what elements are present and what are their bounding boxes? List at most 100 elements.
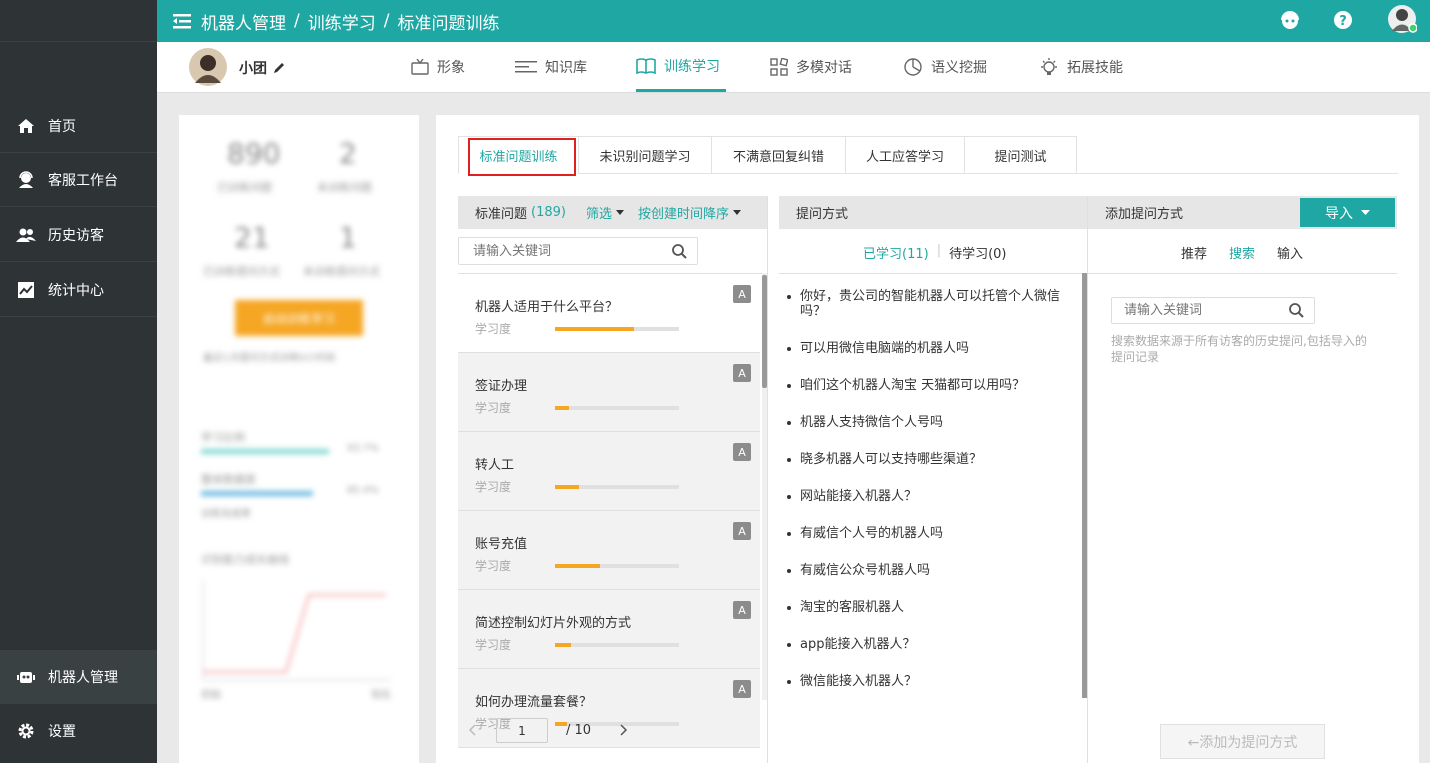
ask-way-item[interactable]: 网站能接入机器人？ xyxy=(787,489,1060,504)
tab-recommend[interactable]: 推荐 xyxy=(1181,243,1207,262)
caret-down-icon xyxy=(616,210,624,215)
column-divider xyxy=(1087,196,1088,763)
breadcrumb-training[interactable]: 训练学习 xyxy=(308,9,376,34)
ask-way-item[interactable]: 机器人支持微信个人号吗 xyxy=(787,415,1060,430)
filter-dropdown[interactable]: 筛选 xyxy=(586,203,624,222)
ask-way-item[interactable]: 微信能接入机器人？ xyxy=(787,674,1060,689)
sidebar-item-home[interactable]: 首页 xyxy=(0,99,157,153)
ask-way-item[interactable]: 晓多机器人可以支持哪些渠道？ xyxy=(787,452,1060,467)
ask-search-field[interactable] xyxy=(1112,298,1282,323)
ask-ways-header: 提问方式 xyxy=(779,196,1087,229)
ask-way-item[interactable]: 可以用微信电脑端的机器人吗 xyxy=(787,341,1060,356)
ask-search-input[interactable] xyxy=(1111,297,1315,324)
sidebar-item-label: 客服工作台 xyxy=(48,172,118,189)
import-button[interactable]: 导入 xyxy=(1300,198,1395,227)
tab-skills[interactable]: 拓展技能 xyxy=(1039,42,1123,92)
top-header: 机器人管理 / 训练学习 / 标准问题训练 xyxy=(157,0,1430,42)
question-search-input[interactable] xyxy=(458,237,698,265)
level-badge: A xyxy=(733,522,751,540)
learning-progress-fill xyxy=(555,643,572,647)
stat-label: 未训练问题 xyxy=(317,181,372,194)
next-page-icon[interactable] xyxy=(620,724,628,740)
search-icon[interactable] xyxy=(672,244,687,263)
search-icon[interactable] xyxy=(1289,303,1304,322)
ask-way-item[interactable]: 有威信个人号的机器人吗 xyxy=(787,526,1060,541)
tab-input[interactable]: 输入 xyxy=(1277,243,1303,262)
ask-way-item[interactable]: 你好，贵公司的智能机器人可以托管个人微信吗？ xyxy=(787,289,1060,319)
subtab-unrecognized[interactable]: 未识别问题学习 xyxy=(578,136,712,174)
learning-progress-bar xyxy=(555,564,679,568)
subtab-manual[interactable]: 人工应答学习 xyxy=(845,136,965,174)
robot-name-row: 小团 xyxy=(239,58,285,78)
help-icon[interactable]: ? xyxy=(1331,8,1355,32)
question-title: 账号充值 xyxy=(475,537,528,552)
learning-degree-label: 学习度 xyxy=(475,401,512,415)
divider xyxy=(779,273,1087,274)
chart-x-start: 初始 xyxy=(201,690,221,701)
tab-multimodal[interactable]: 多模对话 xyxy=(770,42,852,92)
ask-way-item[interactable]: 咱们这个机器人淘宝 天猫都可以用吗？ xyxy=(787,378,1060,393)
add-as-ask-way-button[interactable]: ←添加为提问方式 xyxy=(1160,724,1325,759)
book-icon xyxy=(636,57,656,74)
column-title: 添加提问方式 xyxy=(1105,207,1184,222)
start-training-button[interactable]: 启动训练学习 xyxy=(235,300,363,336)
level-badge: A xyxy=(733,443,751,461)
tab-label: 训练学习 xyxy=(664,58,720,75)
tab-search[interactable]: 搜索 xyxy=(1229,243,1255,262)
sidebar-item-robot[interactable]: 机器人管理 xyxy=(0,650,157,704)
tab-learned[interactable]: 已学习(11) xyxy=(863,243,929,262)
sidebar-item-stats[interactable]: 统计中心 xyxy=(0,263,157,317)
question-search-field[interactable] xyxy=(459,238,659,264)
caret-down-icon xyxy=(1361,210,1370,215)
sort-dropdown[interactable]: 按创建时间降序 xyxy=(638,203,742,222)
tab-label: 多模对话 xyxy=(796,60,852,76)
subtab-label: 提问测试 xyxy=(994,149,1047,165)
list-icon xyxy=(515,60,537,74)
breadcrumb-robot-manage[interactable]: 机器人管理 xyxy=(201,9,286,34)
ask-way-item[interactable]: 淘宝的客服机器人 xyxy=(787,600,1060,615)
question-item[interactable]: 机器人适用于什么平台？ 学习度 A xyxy=(458,274,760,353)
tab-knowledge[interactable]: 知识库 xyxy=(515,42,587,92)
collapse-menu-icon[interactable] xyxy=(173,13,191,29)
prev-page-icon[interactable] xyxy=(468,724,476,740)
tab-training[interactable]: 训练学习 xyxy=(636,42,726,92)
page-input[interactable]: 1 xyxy=(496,718,548,743)
user-avatar[interactable] xyxy=(1387,4,1417,34)
add-mode-tabs: 推荐 搜索 输入 xyxy=(1181,243,1303,262)
svg-text:?: ? xyxy=(1339,14,1347,29)
chart-icon xyxy=(16,280,36,300)
question-item[interactable]: 账号充值 学习度 A xyxy=(458,511,760,590)
page-total: / 10 xyxy=(566,723,592,738)
tab-label: 形象 xyxy=(437,60,465,76)
subtab-label: 未识别问题学习 xyxy=(599,149,691,165)
subtab-test[interactable]: 提问测试 xyxy=(964,136,1077,174)
tab-label: 语义挖掘 xyxy=(931,60,987,76)
pie-icon xyxy=(903,57,923,77)
question-item[interactable]: 签证办理 学习度 A xyxy=(458,353,760,432)
level-badge: A xyxy=(733,285,751,303)
sidebar-item-label: 首页 xyxy=(48,118,76,135)
ask-way-item[interactable]: 有威信公众号机器人吗 xyxy=(787,563,1060,578)
agent-icon xyxy=(16,170,36,190)
tab-avatar[interactable]: 形象 xyxy=(411,42,465,92)
sidebar-item-label: 设置 xyxy=(48,724,76,740)
question-item[interactable]: 简述控制幻灯片外观的方式 学习度 A xyxy=(458,590,760,669)
tab-semantic[interactable]: 语义挖掘 xyxy=(903,42,987,92)
sidebar-item-settings[interactable]: 设置 xyxy=(0,704,157,758)
progress-bar xyxy=(201,449,329,454)
edit-pencil-icon[interactable] xyxy=(273,62,285,74)
ask-way-item[interactable]: app能接入机器人？ xyxy=(787,637,1060,652)
sort-label: 按创建时间降序 xyxy=(638,207,730,222)
sidebar-item-visitors[interactable]: 历史访客 xyxy=(0,208,157,262)
stat-label: 已训练问题 xyxy=(217,181,272,194)
level-badge: A xyxy=(733,601,751,619)
question-item[interactable]: 转人工 学习度 A xyxy=(458,432,760,511)
question-title: 转人工 xyxy=(475,458,515,473)
tab-pending[interactable]: 待学习(0) xyxy=(949,243,1006,262)
learning-progress-fill xyxy=(555,564,600,568)
learned-tabs: 已学习(11) | 待学习(0) xyxy=(863,243,1007,262)
headset-icon[interactable] xyxy=(1278,8,1302,32)
sidebar-item-workbench[interactable]: 客服工作台 xyxy=(0,153,157,207)
subtab-unsatisfied[interactable]: 不满意回复纠错 xyxy=(711,136,846,174)
bulb-icon xyxy=(1039,57,1059,77)
